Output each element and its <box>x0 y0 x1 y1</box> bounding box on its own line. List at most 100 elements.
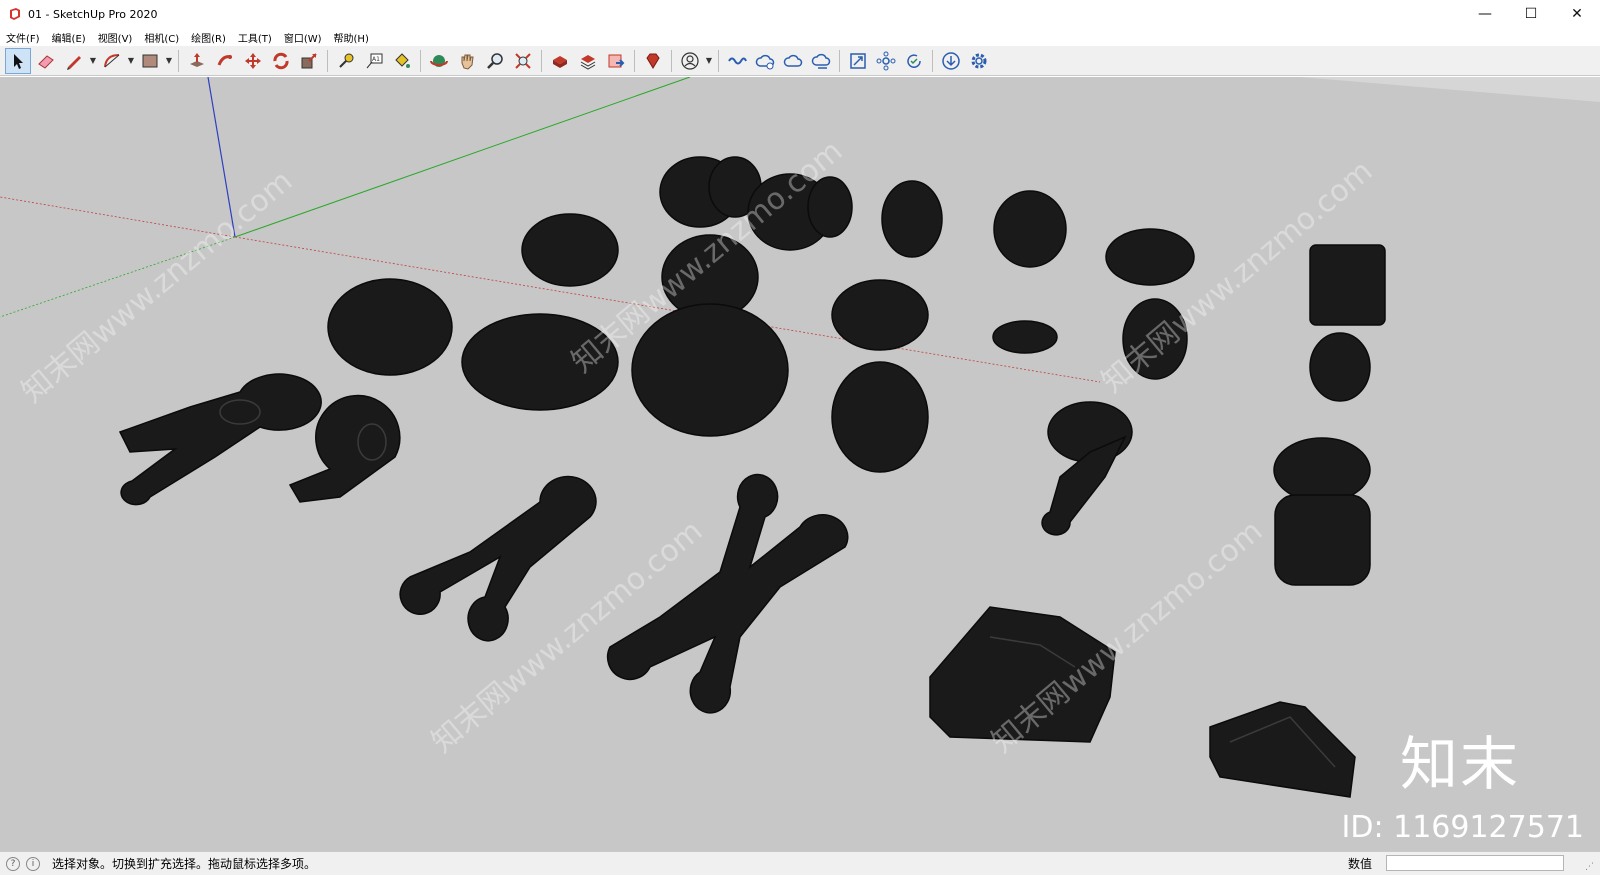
warehouse-icon <box>553 55 567 68</box>
rotate-icon <box>273 52 289 69</box>
account-tool-button[interactable] <box>677 48 703 74</box>
cloud-open-tool-button[interactable] <box>780 48 806 74</box>
cloud-sync-tool-button[interactable] <box>752 48 778 74</box>
cloud-icon <box>783 54 803 67</box>
toolbar-separator <box>327 49 328 72</box>
follow-me-tool-button[interactable] <box>212 48 238 74</box>
settings-tool-button[interactable] <box>966 48 992 74</box>
scale-tool-button[interactable] <box>296 48 322 74</box>
ruby-gem-icon <box>646 53 660 69</box>
line-tool-button[interactable] <box>61 48 87 74</box>
toolbar-separator <box>839 49 840 72</box>
follow-me-icon <box>217 54 232 66</box>
rectangle-tool-dropdown[interactable]: ▼ <box>164 48 174 74</box>
warehouse-tool-button[interactable] <box>547 48 573 74</box>
rectangle-tool-button[interactable] <box>137 48 163 74</box>
refresh-check-icon <box>907 54 921 68</box>
push-pull-icon <box>190 52 204 67</box>
zoom-extents-icon <box>515 52 531 69</box>
tape-measure-icon <box>339 53 354 68</box>
eraser-icon <box>38 54 54 69</box>
svg-text:A1: A1 <box>372 56 380 63</box>
menu-window[interactable]: 窗口(W) <box>278 30 328 45</box>
toolbar-separator <box>634 49 635 72</box>
send-to-layout-tool-button[interactable] <box>603 48 629 74</box>
menu-bar: 文件(F) 编辑(E) 视图(V) 相机(C) 绘图(R) 工具(T) 窗口(W… <box>0 28 1600 46</box>
arc-icon <box>104 53 120 67</box>
resize-grip-icon[interactable]: ⋰ <box>1585 862 1594 872</box>
select-tool-button[interactable] <box>5 47 31 74</box>
section-tool-button[interactable] <box>845 48 871 74</box>
trimble-connect-icon <box>728 57 747 64</box>
toolbar-separator <box>541 49 542 72</box>
status-bar: ? i 选择对象。切换到扩充选择。拖动鼠标选择多项。 数值 ⋰ <box>0 851 1600 875</box>
maximize-button[interactable]: ☐ <box>1508 0 1554 28</box>
cursor-arrow-icon <box>14 53 23 69</box>
paint-bucket-tool-button[interactable] <box>389 48 415 74</box>
eraser-tool-button[interactable] <box>33 48 59 74</box>
move-tool-button[interactable] <box>240 48 266 74</box>
status-hint: 选择对象。切换到扩充选择。拖动鼠标选择多项。 <box>52 857 317 871</box>
green-axis <box>234 77 691 238</box>
menu-tools[interactable]: 工具(T) <box>232 30 278 45</box>
menu-camera[interactable]: 相机(C) <box>138 30 185 45</box>
orbit-tool-button[interactable] <box>426 48 452 74</box>
pencil-icon <box>67 55 81 70</box>
info-icon[interactable]: i <box>26 856 40 871</box>
components-icon <box>876 51 896 70</box>
extension-warehouse-tool-button[interactable] <box>575 48 601 74</box>
ruby-console-tool-button[interactable] <box>640 48 666 74</box>
model-parts <box>118 156 1386 798</box>
brand-id-label: ID: 1169127571 <box>1341 810 1584 845</box>
toolbar-separator <box>420 49 421 72</box>
rotate-tool-button[interactable] <box>268 48 294 74</box>
toolbar-separator <box>718 49 719 72</box>
arc-tool-dropdown[interactable]: ▼ <box>126 48 136 74</box>
magnifier-icon <box>487 52 503 69</box>
send-to-layout-icon <box>608 54 625 67</box>
scale-icon <box>301 52 317 68</box>
trimble-connect-tool-button[interactable] <box>724 48 750 74</box>
title-bar: 01 - SketchUp Pro 2020 — ☐ ✕ <box>0 0 1600 28</box>
orbit-icon <box>430 54 448 67</box>
cloud-share-icon <box>811 53 831 69</box>
toolbar-separator <box>178 49 179 72</box>
toolbar-separator <box>671 49 672 72</box>
download-icon <box>942 51 960 70</box>
window-title: 01 - SketchUp Pro 2020 <box>28 7 158 21</box>
menu-edit[interactable]: 编辑(E) <box>46 30 92 45</box>
3d-viewport[interactable]: 知末网www.znzmo.com 知末网www.znzmo.com 知末网www… <box>0 77 1600 851</box>
download-tool-button[interactable] <box>938 48 964 74</box>
pan-tool-button[interactable] <box>454 48 480 74</box>
menu-view[interactable]: 视图(V) <box>92 30 139 45</box>
extension-warehouse-icon <box>580 54 596 70</box>
menu-help[interactable]: 帮助(H) <box>328 30 375 45</box>
move-arrows-icon <box>245 52 261 69</box>
push-pull-tool-button[interactable] <box>184 48 210 74</box>
measurements-input[interactable] <box>1386 855 1564 871</box>
menu-draw[interactable]: 绘图(R) <box>185 30 232 45</box>
arc-tool-button[interactable] <box>99 48 125 74</box>
section-plane-icon <box>850 52 866 69</box>
measurements-label: 数值 <box>1347 857 1372 871</box>
menu-file[interactable]: 文件(F) <box>0 30 46 45</box>
main-toolbar: ▼ ▼ ▼ A1 ▼ <box>0 46 1600 76</box>
toolbar-separator <box>932 49 933 72</box>
close-button[interactable]: ✕ <box>1554 0 1600 28</box>
rectangle-icon <box>142 54 158 67</box>
account-dropdown[interactable]: ▼ <box>704 48 714 74</box>
text-tool-button[interactable]: A1 <box>361 48 387 74</box>
update-tool-button[interactable] <box>901 48 927 74</box>
cloud-share-tool-button[interactable] <box>808 48 834 74</box>
tape-measure-tool-button[interactable] <box>333 48 359 74</box>
components-tool-button[interactable] <box>873 48 899 74</box>
line-tool-dropdown[interactable]: ▼ <box>88 48 98 74</box>
text-label-icon: A1 <box>366 53 383 68</box>
zoom-extents-tool-button[interactable] <box>510 48 536 74</box>
paint-bucket-icon <box>395 52 410 68</box>
user-avatar-icon <box>681 51 699 70</box>
minimize-button[interactable]: — <box>1462 0 1508 28</box>
zoom-tool-button[interactable] <box>482 48 508 74</box>
hand-icon <box>461 54 474 70</box>
geolocation-icon[interactable]: ? <box>6 856 20 871</box>
